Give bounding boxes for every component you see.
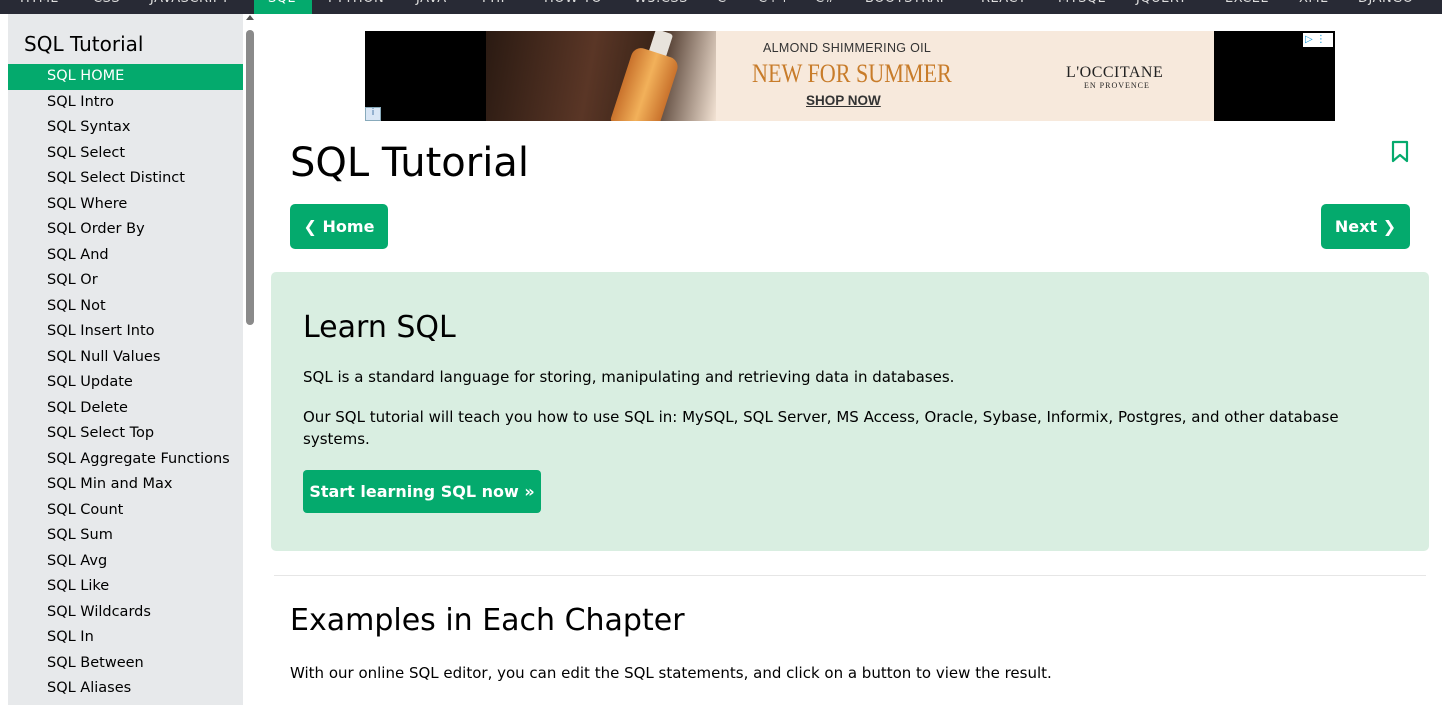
advertisement-banner[interactable]: ALMOND SHIMMERING OIL NEW FOR SUMMER SHO… (365, 31, 1335, 121)
bookmark-icon[interactable] (1390, 140, 1410, 164)
ad-brand-logo: L'OCCITANE (1066, 64, 1164, 81)
next-button[interactable]: Next ❯ (1321, 204, 1410, 249)
ad-product-line: ALMOND SHIMMERING OIL (763, 41, 932, 55)
sidebar-item-sql-or[interactable]: SQL Or (8, 268, 243, 294)
examples-text: With our online SQL editor, you can edit… (290, 664, 1052, 682)
sidebar-list: SQL HOME SQL Intro SQL Syntax SQL Select… (8, 64, 243, 702)
ad-info-icon[interactable]: i (365, 107, 381, 121)
sidebar-item-sql-aliases[interactable]: SQL Aliases (8, 676, 243, 702)
topnav-item-howto[interactable]: HOW TO (544, 0, 602, 14)
learn-sql-panel: Learn SQL SQL is a standard language for… (271, 272, 1429, 551)
sidebar-item-sql-home[interactable]: SQL HOME (8, 64, 243, 90)
topnav-item-bootstrap[interactable]: BOOTSTRAP (865, 0, 948, 14)
home-button[interactable]: ❮ Home (290, 204, 388, 249)
topnav-item-excel[interactable]: EXCEL (1225, 0, 1268, 14)
learn-platforms-text: Our SQL tutorial will teach you how to u… (303, 408, 1339, 448)
scroll-up-arrow-icon[interactable] (246, 15, 254, 20)
topnav-item-javascript[interactable]: JAVASCRIPT (150, 0, 230, 14)
sidebar-item-sql-order-by[interactable]: SQL Order By (8, 217, 243, 243)
sidebar-item-sql-between[interactable]: SQL Between (8, 651, 243, 677)
sidebar-scroll-thumb[interactable] (246, 30, 254, 325)
topnav-item-css[interactable]: CSS (93, 0, 120, 14)
sidebar-item-sql-avg[interactable]: SQL Avg (8, 549, 243, 575)
start-learning-button[interactable]: Start learning SQL now » (303, 470, 541, 513)
topnav-item-jquery[interactable]: JQUERY (1136, 0, 1187, 14)
topnav-item-cpp[interactable]: C++ (758, 0, 790, 14)
sidebar-item-sql-aggregate-functions[interactable]: SQL Aggregate Functions (8, 447, 243, 473)
section-divider (274, 575, 1426, 576)
topnav-item-xml[interactable]: XML (1299, 0, 1328, 14)
sidebar-item-sql-sum[interactable]: SQL Sum (8, 523, 243, 549)
topnav-item-django[interactable]: DJANGO (1358, 0, 1414, 14)
sidebar-item-sql-select-distinct[interactable]: SQL Select Distinct (8, 166, 243, 192)
examples-heading: Examples in Each Chapter (290, 603, 685, 638)
ad-brand-sub: EN PROVENCE (1084, 81, 1150, 90)
sidebar-item-sql-syntax[interactable]: SQL Syntax (8, 115, 243, 141)
topnav-item-java[interactable]: JAVA (416, 0, 447, 14)
sidebar-item-sql-null-values[interactable]: SQL Null Values (8, 345, 243, 371)
sidebar-item-sql-in[interactable]: SQL In (8, 625, 243, 651)
ad-shop-now-link[interactable]: SHOP NOW (806, 93, 881, 108)
sidebar-item-sql-select-top[interactable]: SQL Select Top (8, 421, 243, 447)
sidebar-item-sql-insert-into[interactable]: SQL Insert Into (8, 319, 243, 345)
ad-creative[interactable]: ALMOND SHIMMERING OIL NEW FOR SUMMER SHO… (486, 31, 1214, 121)
sidebar: SQL Tutorial SQL HOME SQL Intro SQL Synt… (8, 14, 243, 705)
topnav-item-c[interactable]: C (717, 0, 727, 14)
sidebar-item-sql-intro[interactable]: SQL Intro (8, 90, 243, 116)
sidebar-item-sql-delete[interactable]: SQL Delete (8, 396, 243, 422)
topnav-item-react[interactable]: REACT (981, 0, 1026, 14)
topnav-item-mysql[interactable]: MYSQL (1058, 0, 1105, 14)
page-title: SQL Tutorial (290, 140, 529, 186)
top-navigation: HTML CSS JAVASCRIPT SQL PYTHON JAVA PHP … (0, 0, 1442, 14)
sidebar-title: SQL Tutorial (24, 32, 144, 56)
sidebar-item-sql-wildcards[interactable]: SQL Wildcards (8, 600, 243, 626)
topnav-item-php[interactable]: PHP (482, 0, 509, 14)
sidebar-item-sql-min-max[interactable]: SQL Min and Max (8, 472, 243, 498)
sidebar-item-sql-update[interactable]: SQL Update (8, 370, 243, 396)
topnav-item-python[interactable]: PYTHON (328, 0, 384, 14)
topnav-item-html[interactable]: HTML (20, 0, 58, 14)
learn-heading: Learn SQL (303, 310, 456, 345)
sidebar-item-sql-and[interactable]: SQL And (8, 243, 243, 269)
sidebar-item-sql-select[interactable]: SQL Select (8, 141, 243, 167)
topnav-item-sql[interactable]: SQL (268, 0, 295, 14)
learn-intro-text: SQL is a standard language for storing, … (303, 368, 955, 386)
sidebar-item-sql-where[interactable]: SQL Where (8, 192, 243, 218)
topnav-item-w3css[interactable]: W3.CSS (634, 0, 688, 14)
sidebar-item-sql-not[interactable]: SQL Not (8, 294, 243, 320)
topnav-item-csharp[interactable]: C# (815, 0, 836, 14)
ad-model-image (486, 31, 716, 121)
adchoices-icon[interactable]: ▷ ⋮ (1303, 33, 1333, 47)
ad-headline: NEW FOR SUMMER (752, 59, 952, 88)
sidebar-item-sql-count[interactable]: SQL Count (8, 498, 243, 524)
sidebar-item-sql-like[interactable]: SQL Like (8, 574, 243, 600)
